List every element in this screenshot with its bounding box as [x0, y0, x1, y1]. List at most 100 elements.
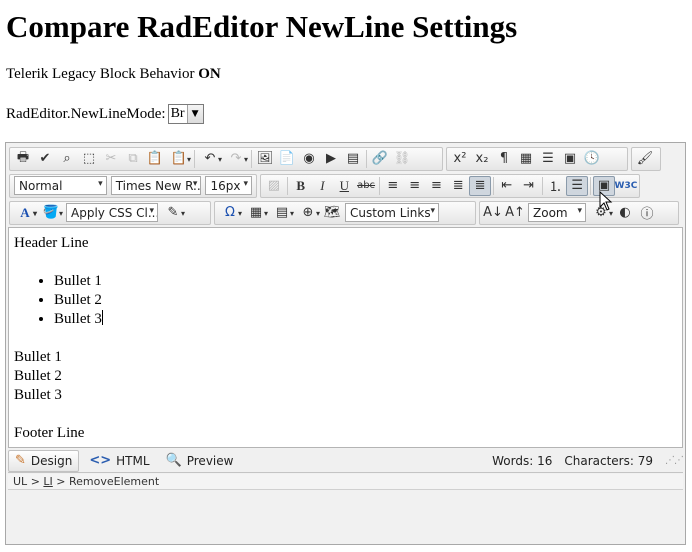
hyperlink-icon[interactable]: 🔗: [369, 149, 391, 169]
newline-mode-label: RadEditor.NewLineMode:: [6, 106, 166, 122]
align-right-icon[interactable]: ≡: [426, 176, 448, 196]
font-size-dropdown[interactable]: 16px: [205, 176, 252, 195]
redo-icon[interactable]: ↷: [223, 149, 249, 169]
custom-links-dropdown[interactable]: Custom Links: [345, 203, 439, 222]
template-manager-icon[interactable]: ▤: [342, 149, 364, 169]
format-stripper-icon[interactable]: 🖌: [634, 149, 656, 169]
separator: [194, 149, 195, 168]
image-map-icon[interactable]: 🗺: [321, 203, 343, 223]
tab-html[interactable]: <> HTML: [83, 450, 155, 472]
tab-html-label: HTML: [116, 453, 150, 468]
spellcheck-icon[interactable]: ✔: [34, 149, 56, 169]
convert-to-upper-icon[interactable]: A↑: [504, 203, 526, 223]
apply-css-class-dropdown[interactable]: Apply CSS Cl...: [66, 203, 158, 222]
image-manager-icon[interactable]: 🖼: [254, 149, 276, 169]
newline-mode-value: Br: [170, 106, 185, 121]
back-color-icon[interactable]: 🪣: [38, 203, 64, 223]
separator: [286, 176, 288, 195]
list-item: Bullet 1: [54, 272, 677, 291]
path-remove-element[interactable]: RemoveElement: [69, 475, 159, 488]
toolbar-row-2: Normal Times New R... 16px ▨ B I U abc ≡…: [9, 173, 643, 198]
document-manager-icon[interactable]: 📄: [276, 149, 298, 169]
toolbar-row-3: A 🪣 Apply CSS Cl... ✎ Ω ▦ ▤ ⊕ 🗺 Custom L…: [9, 200, 682, 225]
justify-icon[interactable]: ≣: [447, 176, 469, 196]
toolbar-group-format-stripper: 🖌: [631, 146, 661, 171]
paragraph-style-dropdown[interactable]: Normal: [14, 176, 107, 195]
justify-none-icon[interactable]: ≣: [469, 175, 491, 196]
numbered-list-icon[interactable]: ⒈: [545, 176, 567, 196]
find-replace-icon[interactable]: ⌕: [56, 149, 78, 169]
tab-design-label: Design: [30, 453, 73, 468]
tab-preview-label: Preview: [186, 453, 234, 468]
zoom-dropdown[interactable]: Zoom: [528, 203, 586, 222]
subscript-icon[interactable]: x₂: [471, 149, 493, 169]
header-line: Header Line: [14, 235, 89, 251]
format-code-block-icon[interactable]: ✎: [160, 203, 186, 223]
bold-icon[interactable]: B: [290, 176, 312, 196]
toolbar-group-formatting: ▨ B I U abc ≡ ≡ ≡ ≣ ≣ ⇤ ⇥ ⒈ ☰ ▣ W3C: [260, 173, 640, 198]
plain-line: Bullet 3: [14, 387, 62, 403]
separator: [590, 176, 592, 195]
silverlight-icon[interactable]: ◐: [614, 203, 636, 223]
horizontal-rule-icon[interactable]: ☰: [537, 149, 559, 169]
paste-options-icon[interactable]: 📋: [166, 149, 192, 169]
insert-table-icon[interactable]: ▦: [243, 203, 269, 223]
editor-content-area[interactable]: Header Line Bullet 1 Bullet 2 Bullet 3 B…: [8, 227, 683, 448]
clock-icon[interactable]: 🕓: [581, 149, 603, 169]
resize-grip-icon[interactable]: ⋰⋰: [665, 455, 684, 466]
xhtml-validator-icon[interactable]: W3C: [615, 176, 638, 196]
list-item-text: Bullet 3: [54, 311, 102, 327]
toolbar-group-fonts: Normal Times New R... 16px: [9, 173, 257, 198]
paste-icon[interactable]: 📋: [144, 149, 166, 169]
page-title: Compare RadEditor NewLine Settings: [6, 9, 518, 44]
cut-icon[interactable]: ✂: [100, 149, 122, 169]
select-all-icon[interactable]: ⬚: [78, 149, 100, 169]
toolbar-group-edit: 🖶 ✔ ⌕ ⬚ ✂ ⧉ 📋 📋 ↶ ↷ 🖼 📄 ◉ ▶ ▤ 🔗 ⛓: [9, 146, 443, 171]
copy-icon[interactable]: ⧉: [122, 149, 144, 169]
insert-snippet-icon[interactable]: ▤: [269, 203, 295, 223]
strikethrough-icon[interactable]: abc: [355, 176, 377, 196]
toolbar-group-insert-special: Ω ▦ ▤ ⊕ 🗺 Custom Links: [214, 200, 476, 225]
insert-date-icon[interactable]: ▦: [515, 149, 537, 169]
flash-manager-icon[interactable]: ◉: [298, 149, 320, 169]
tab-preview[interactable]: 🔍 Preview: [160, 450, 240, 472]
align-center-icon[interactable]: ≡: [404, 176, 426, 196]
insert-form-icon[interactable]: ▣: [559, 149, 581, 169]
mouse-cursor-icon: [599, 191, 613, 211]
align-left-icon[interactable]: ≡: [382, 176, 404, 196]
characters-count: Characters: 79: [564, 453, 653, 468]
image-properties-icon[interactable]: ▨: [263, 176, 285, 196]
fore-color-icon[interactable]: A: [12, 203, 38, 223]
undo-icon[interactable]: ↶: [197, 149, 223, 169]
editor-mode-bar: ✎ Design <> HTML 🔍 Preview Words: 16 Cha…: [8, 449, 684, 473]
legacy-behavior-label: Telerik Legacy Block Behavior: [6, 66, 195, 82]
print-icon[interactable]: 🖶: [12, 149, 34, 169]
tab-design[interactable]: ✎ Design: [8, 449, 80, 472]
text-caret: [101, 310, 103, 325]
paragraph-mark-icon[interactable]: ¶: [493, 149, 515, 169]
toolbar-group-colors: A 🪣 Apply CSS Cl... ✎: [9, 200, 211, 225]
convert-to-lower-icon[interactable]: A↓: [482, 203, 504, 223]
indent-icon[interactable]: ⇥: [518, 176, 540, 196]
bullet-list: Bullet 1 Bullet 2 Bullet 3: [14, 272, 677, 329]
unlink-icon[interactable]: ⛓: [391, 149, 413, 169]
newline-mode-select[interactable]: Br ▼: [167, 104, 204, 124]
word-count-stats: Words: 16 Characters: 79 ⋰⋰: [480, 453, 684, 468]
path-ul[interactable]: UL: [13, 475, 27, 488]
path-li[interactable]: LI: [43, 475, 52, 488]
insert-symbol-icon[interactable]: Ω: [217, 203, 243, 223]
separator: [366, 149, 367, 168]
legacy-behavior-text: Telerik Legacy Block Behavior ON: [6, 65, 221, 83]
bulleted-list-icon[interactable]: ☰: [566, 175, 589, 196]
insert-custom-link-icon[interactable]: ⊕: [295, 203, 321, 223]
font-name-dropdown[interactable]: Times New R...: [110, 176, 202, 195]
superscript-icon[interactable]: x²: [449, 149, 471, 169]
italic-icon[interactable]: I: [312, 176, 334, 196]
about-icon[interactable]: ⓘ: [636, 203, 658, 223]
newline-mode-row: RadEditor.NewLineMode: Br ▼: [6, 104, 204, 124]
separator: [251, 149, 252, 168]
underline-icon[interactable]: U: [333, 176, 355, 196]
media-manager-icon[interactable]: ▶: [320, 149, 342, 169]
outdent-icon[interactable]: ⇤: [496, 176, 518, 196]
plain-line: Bullet 1: [14, 349, 62, 365]
